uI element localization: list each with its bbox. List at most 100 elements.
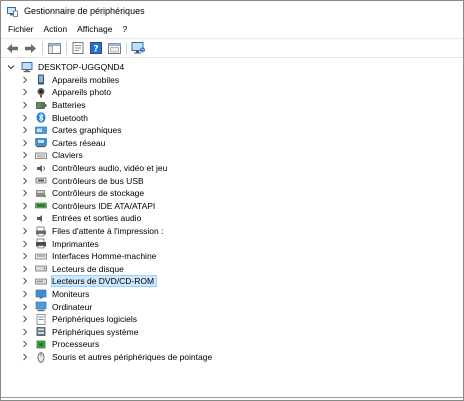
- tree-item-controleurs-ide-ata-atapi[interactable]: Contrôleurs IDE ATA/ATAPI: [20, 200, 157, 213]
- tree-item-label: Contrôleurs de stockage: [52, 188, 145, 199]
- tree-root-label: DESKTOP-UGGQND4: [38, 62, 125, 73]
- expand-chevron-icon[interactable]: [20, 151, 29, 160]
- collapse-chevron-icon[interactable]: [6, 63, 15, 72]
- device-manager-window: Gestionnaire de périphériques Fichier Ac…: [0, 0, 464, 401]
- menu-bar: Fichier Action Affichage ?: [1, 21, 463, 38]
- device-manager-app-icon: [7, 6, 18, 17]
- monitor-icon: [35, 289, 47, 300]
- tree-item-batteries[interactable]: Batteries: [20, 99, 88, 112]
- expand-chevron-icon[interactable]: [20, 88, 29, 97]
- tree-item-peripheriques-logiciels[interactable]: Périphériques logiciels: [20, 313, 139, 326]
- expand-chevron-icon[interactable]: [20, 126, 29, 135]
- expand-chevron-icon[interactable]: [20, 164, 29, 173]
- network-adapter-icon: [35, 137, 47, 148]
- tree-item-label: Ordinateur: [52, 301, 93, 312]
- toolbar-separator: [126, 41, 127, 55]
- expand-chevron-icon[interactable]: [20, 239, 29, 248]
- expand-chevron-icon[interactable]: [20, 201, 29, 210]
- tree-item-controleurs-de-bus-usb[interactable]: Contrôleurs de bus USB: [20, 174, 146, 187]
- dvd-drive-icon: [35, 276, 47, 287]
- tree-item-label: Lecteurs de disque: [52, 263, 124, 274]
- speaker-icon: [35, 213, 47, 224]
- tree-item-label: Cartes réseau: [52, 137, 106, 148]
- tree-item-entrees-et-sorties-audio[interactable]: Entrées et sorties audio: [20, 212, 143, 225]
- show-hide-console-tree-button[interactable]: [46, 41, 62, 56]
- tree-item-label: Périphériques logiciels: [52, 314, 138, 325]
- expand-chevron-icon[interactable]: [20, 315, 29, 324]
- tree-item-label: Batteries: [52, 100, 86, 111]
- tree-item-lecteurs-de-disque[interactable]: Lecteurs de disque: [20, 263, 126, 276]
- menu-action[interactable]: Action: [39, 22, 73, 37]
- tree-root-node[interactable]: DESKTOP-UGGQND4: [6, 61, 126, 74]
- expand-chevron-icon[interactable]: [20, 138, 29, 147]
- display-adapter-icon: [35, 125, 47, 136]
- expand-chevron-icon[interactable]: [20, 327, 29, 336]
- expand-chevron-icon[interactable]: [20, 353, 29, 362]
- expand-chevron-icon[interactable]: [20, 176, 29, 185]
- tree-item-appareils-photo[interactable]: Appareils photo: [20, 86, 113, 99]
- tree-item-controleurs-audio-video-et-jeu[interactable]: Contrôleurs audio, vidéo et jeu: [20, 162, 169, 175]
- mobile-device-icon: [35, 74, 47, 85]
- expand-chevron-icon[interactable]: [20, 340, 29, 349]
- tree-item-cartes-reseau[interactable]: Cartes réseau: [20, 137, 107, 150]
- expand-chevron-icon[interactable]: [20, 214, 29, 223]
- tree-item-souris-et-autres-peripheriques-de-pointage[interactable]: Souris et autres périphériques de pointa…: [20, 351, 214, 364]
- tree-item-ordinateur[interactable]: Ordinateur: [20, 300, 94, 313]
- expand-chevron-icon[interactable]: [20, 290, 29, 299]
- expand-chevron-icon[interactable]: [20, 302, 29, 311]
- tree-item-label: Contrôleurs audio, vidéo et jeu: [52, 163, 168, 174]
- expand-chevron-icon[interactable]: [20, 75, 29, 84]
- ide-controller-icon: [35, 200, 47, 211]
- expand-chevron-icon[interactable]: [20, 227, 29, 236]
- expand-chevron-icon[interactable]: [20, 189, 29, 198]
- help-button[interactable]: ?: [88, 41, 104, 56]
- title-bar: Gestionnaire de périphériques: [1, 1, 463, 21]
- tree-item-controleurs-de-stockage[interactable]: Contrôleurs de stockage: [20, 187, 146, 200]
- menu-fichier[interactable]: Fichier: [3, 22, 39, 37]
- camera-icon: [35, 87, 47, 98]
- tree-item-lecteurs-de-dvd-cd-rom[interactable]: Lecteurs de DVD/CD-ROM: [20, 275, 158, 288]
- menu-affichage[interactable]: Affichage: [72, 22, 117, 37]
- tree-item-label: Moniteurs: [52, 289, 90, 300]
- tree-item-label: Souris et autres périphériques de pointa…: [52, 352, 213, 363]
- expand-chevron-icon[interactable]: [20, 264, 29, 273]
- tree-item-claviers[interactable]: Claviers: [20, 149, 85, 162]
- tree-item-appareils-mobiles[interactable]: Appareils mobiles: [20, 74, 121, 87]
- forward-button[interactable]: [22, 41, 38, 56]
- properties-button[interactable]: [70, 41, 86, 56]
- tree-item-peripheriques-systeme[interactable]: Périphériques système: [20, 326, 140, 339]
- tree-item-moniteurs[interactable]: Moniteurs: [20, 288, 91, 301]
- scan-hardware-button[interactable]: [130, 41, 146, 56]
- status-divider: [1, 397, 463, 398]
- tree-item-cartes-graphiques[interactable]: Cartes graphiques: [20, 124, 123, 137]
- tree-item-label: Processeurs: [52, 339, 100, 350]
- back-button[interactable]: [4, 41, 20, 56]
- processor-icon: [35, 339, 47, 350]
- tree-item-label: Appareils mobiles: [52, 74, 120, 85]
- tree-item-processeurs[interactable]: Processeurs: [20, 338, 101, 351]
- expand-chevron-icon[interactable]: [20, 277, 29, 286]
- update-driver-button[interactable]: [106, 41, 122, 56]
- tree-item-label: Files d'attente à l'impression :: [52, 226, 164, 237]
- properties-icon: [72, 42, 84, 54]
- tree-item-interfaces-homme-machine[interactable]: Interfaces Homme-machine: [20, 250, 158, 263]
- toolbar-separator: [42, 41, 43, 55]
- tree-item-bluetooth[interactable]: Bluetooth: [20, 111, 90, 124]
- tree-item-imprimantes[interactable]: Imprimantes: [20, 237, 101, 250]
- menu-help[interactable]: ?: [117, 22, 132, 37]
- expand-chevron-icon[interactable]: [20, 252, 29, 261]
- tree-item-label: Bluetooth: [52, 112, 88, 123]
- forward-arrow-icon: [24, 43, 36, 53]
- mouse-icon: [35, 351, 47, 363]
- tree-item-files-d-attente-a-l-impression[interactable]: Files d'attente à l'impression :: [20, 225, 165, 238]
- storage-controller-icon: [35, 188, 47, 199]
- tree-item-label: Périphériques système: [52, 326, 139, 337]
- expand-chevron-icon[interactable]: [20, 113, 29, 122]
- console-tree-icon: [47, 42, 61, 54]
- svg-text:?: ?: [93, 45, 98, 55]
- tree-item-label: Interfaces Homme-machine: [52, 251, 157, 262]
- tree-item-label: Cartes graphiques: [52, 125, 122, 136]
- computer-icon: [21, 61, 33, 73]
- tree-item-label: Contrôleurs IDE ATA/ATAPI: [52, 200, 156, 211]
- expand-chevron-icon[interactable]: [20, 101, 29, 110]
